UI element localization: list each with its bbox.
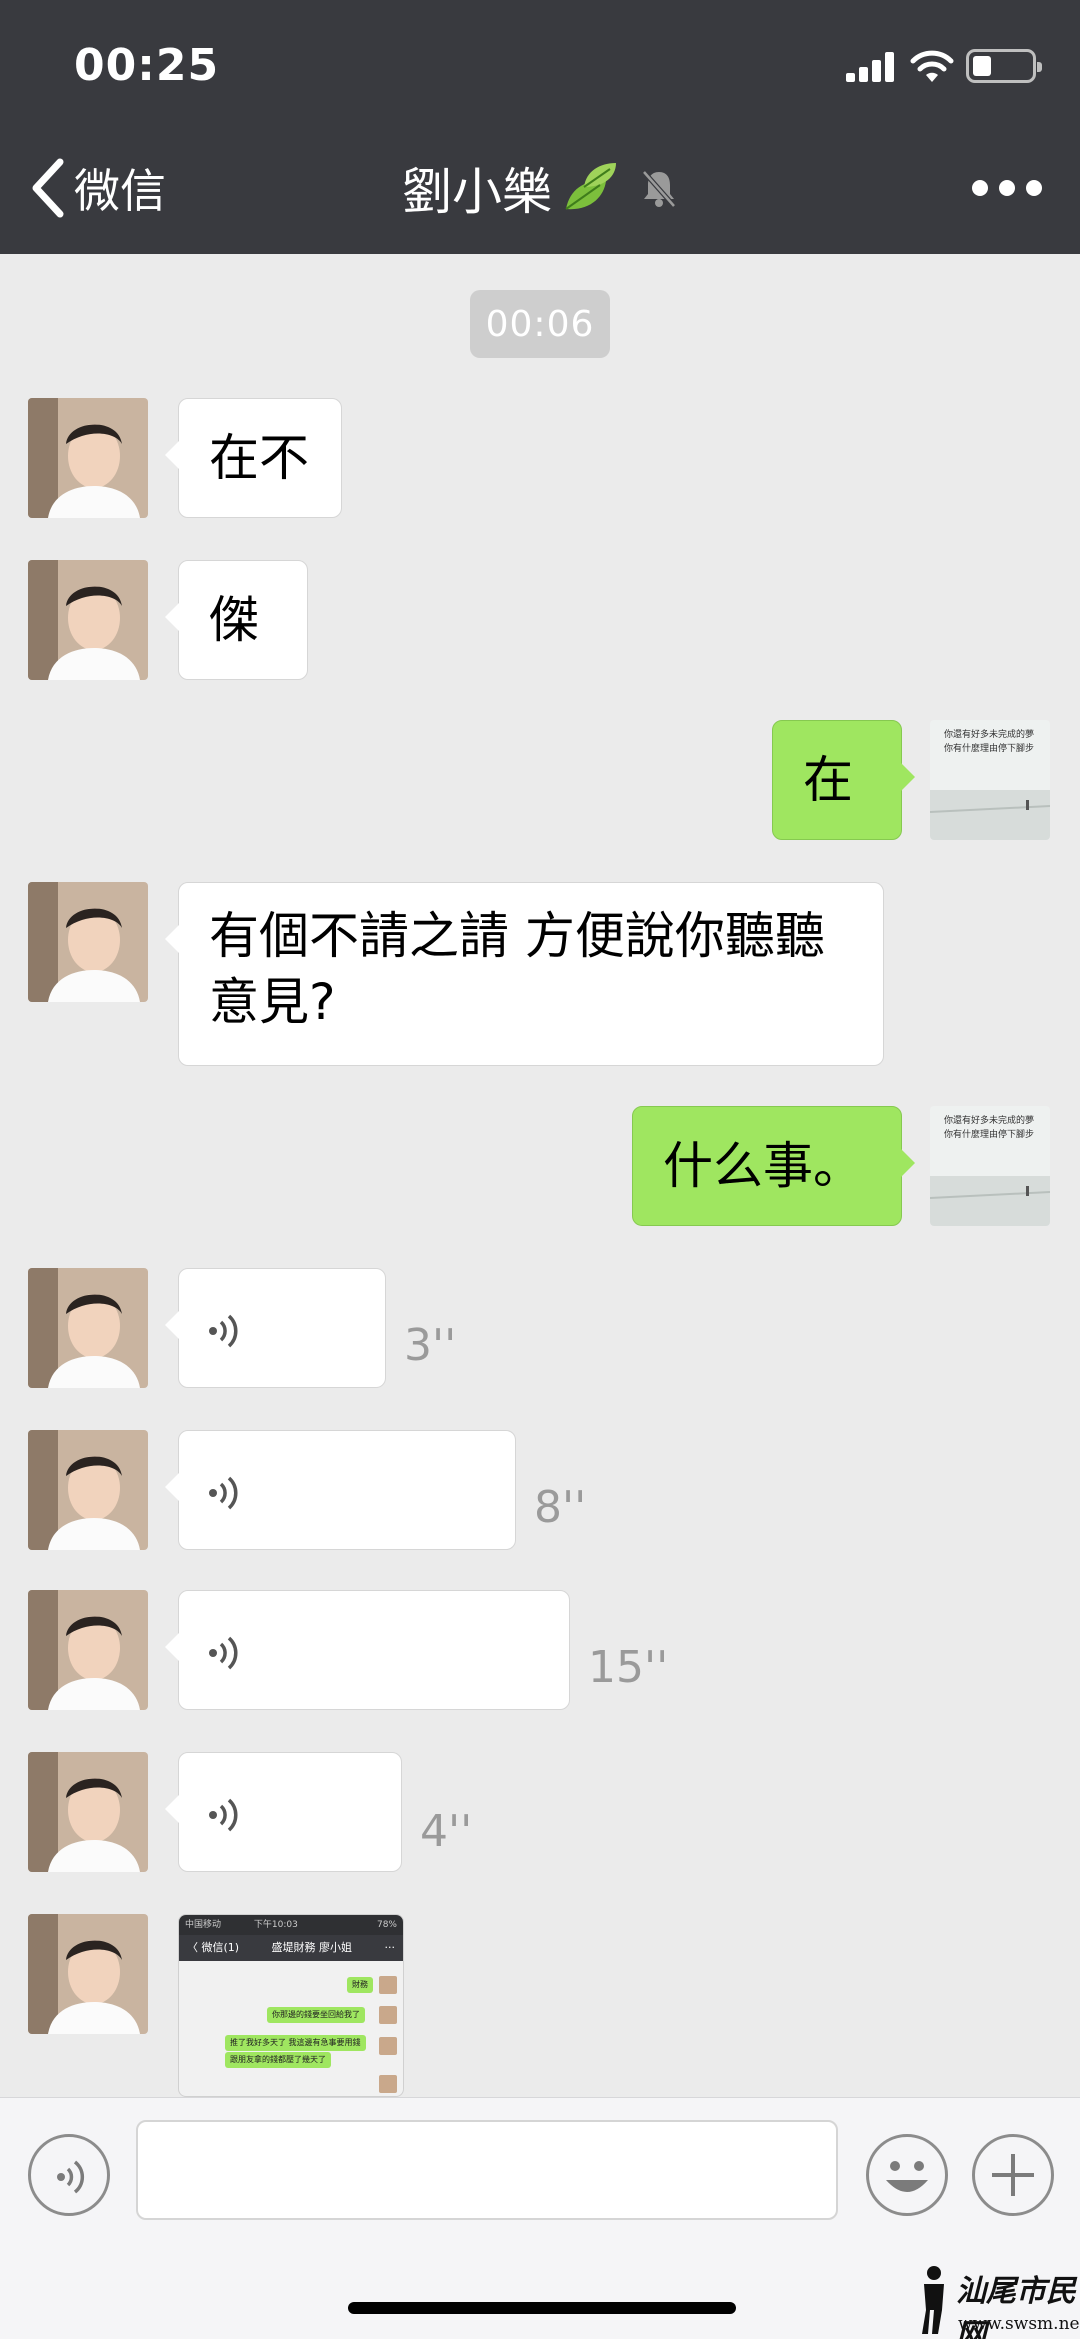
message-bubble-outgoing[interactable]: 在 xyxy=(772,720,915,840)
smiley-icon xyxy=(886,2161,928,2192)
voice-wave-icon xyxy=(209,1476,238,1510)
image-message-screenshot[interactable]: 中国移动 下午10:03 78% 〈 微信(1) 盛堤財務 廖小姐 ··· 財務… xyxy=(178,1914,404,2097)
contact-avatar[interactable] xyxy=(28,1914,148,2034)
person-silhouette-icon xyxy=(922,2266,944,2334)
emoji-button[interactable] xyxy=(866,2134,948,2216)
screenshot-battery: 78% xyxy=(376,1920,397,1930)
avatar-caption: 你還有好多未完成的夢 xyxy=(944,730,1035,740)
message-input[interactable] xyxy=(136,2120,838,2220)
wifi-icon xyxy=(910,50,954,82)
status-time: 00:25 xyxy=(74,40,220,91)
message-timestamp: 00:06 xyxy=(470,290,610,358)
more-options-button[interactable] xyxy=(972,168,1042,208)
screenshot-carrier: 中国移动 xyxy=(185,1920,222,1930)
voice-duration: 15'' xyxy=(588,1642,669,1693)
screenshot-title: 盛堤財務 廖小姐 xyxy=(271,1941,353,1954)
message-bubble-incoming[interactable]: 傑 xyxy=(165,560,308,680)
contact-avatar[interactable] xyxy=(28,398,148,518)
message-bubble-outgoing[interactable]: 什么事。 xyxy=(632,1106,915,1226)
voice-message-bubble[interactable] xyxy=(165,1430,516,1550)
avatar-caption: 你有什麼理由停下腳步 xyxy=(944,1130,1035,1140)
contact-avatar[interactable] xyxy=(28,1590,148,1710)
plus-icon xyxy=(992,2154,1034,2196)
mute-bell-icon xyxy=(642,170,676,208)
message-text: 傑 xyxy=(209,591,259,649)
voice-input-button[interactable] xyxy=(28,2134,110,2216)
message-text: 有個不請之請 方便說你聽聽 意見? xyxy=(209,903,863,1035)
contact-avatar[interactable] xyxy=(28,1268,148,1388)
contact-avatar[interactable] xyxy=(28,882,148,1002)
screenshot-avatar xyxy=(379,2006,397,2024)
chat-title: 劉小樂 xyxy=(402,163,552,221)
my-avatar[interactable]: 你還有好多未完成的夢 你有什麼理由停下腳步 xyxy=(930,1106,1050,1226)
message-bubble-incoming[interactable]: 有個不請之請 方便說你聽聽 意見? xyxy=(165,882,884,1066)
message-text: 什么事。 xyxy=(663,1137,863,1195)
screenshot-avatar xyxy=(379,2037,397,2055)
screenshot-nav-bar: 〈 微信(1) 盛堤財務 廖小姐 ··· xyxy=(179,1935,403,1961)
site-watermark: 汕尾市民网 www.swsm.net xyxy=(916,2262,1080,2339)
battery-icon xyxy=(966,49,1042,83)
voice-wave-icon xyxy=(209,1636,238,1670)
my-avatar[interactable]: 你還有好多未完成的夢 你有什麼理由停下腳步 xyxy=(930,720,1050,840)
home-indicator[interactable] xyxy=(348,2302,736,2314)
message-text: 在不 xyxy=(209,429,309,487)
voice-wave-icon xyxy=(209,1314,238,1348)
screenshot-back: 〈 微信(1) xyxy=(187,1941,240,1954)
voice-wave-icon xyxy=(209,1798,238,1832)
cellular-signal-icon xyxy=(846,52,896,82)
contact-avatar[interactable] xyxy=(28,1430,148,1550)
avatar-caption: 你還有好多未完成的夢 xyxy=(944,1116,1035,1126)
avatar-caption: 你有什麼理由停下腳步 xyxy=(944,744,1035,754)
voice-duration: 8'' xyxy=(534,1482,587,1533)
message-line: 有個不請之請 方便說你聽聽 xyxy=(209,907,825,965)
screenshot-avatar xyxy=(379,1976,397,1994)
message-line: 意見? xyxy=(209,973,336,1031)
screenshot-time: 下午10:03 xyxy=(253,1920,298,1930)
top-bar: 00:25 微信 劉小樂 xyxy=(0,0,1080,254)
screenshot-message: 推了我好多天了 我這邊有急事要用錢 xyxy=(225,2035,366,2051)
screenshot-message: 你那邊的錢要坐回給我了 xyxy=(267,2007,365,2023)
more-functions-button[interactable] xyxy=(972,2134,1054,2216)
contact-avatar[interactable] xyxy=(28,1752,148,1872)
screenshot-message: 跟朋友拿的錢都壓了幾天了 xyxy=(225,2052,331,2068)
screenshot-status-bar: 中国移动 下午10:03 78% xyxy=(179,1915,403,1935)
voice-message-bubble[interactable] xyxy=(165,1590,570,1710)
watermark-url: www.swsm.net xyxy=(958,2314,1080,2334)
screenshot-message: 財務 xyxy=(347,1977,373,1993)
voice-wave-icon xyxy=(57,2160,85,2194)
leaf-emoji-icon xyxy=(565,163,616,210)
voice-message-bubble[interactable] xyxy=(165,1268,386,1388)
voice-duration: 3'' xyxy=(404,1320,457,1371)
message-text: 在 xyxy=(803,751,853,809)
voice-message-bubble[interactable] xyxy=(165,1752,402,1872)
message-bubble-incoming[interactable]: 在不 xyxy=(165,398,342,518)
chat-title-area: 劉小樂 xyxy=(0,152,1080,224)
chat-area[interactable]: 00:06 xyxy=(0,254,1080,2097)
screenshot-avatar xyxy=(379,2075,397,2093)
contact-avatar[interactable] xyxy=(28,560,148,680)
voice-duration: 4'' xyxy=(420,1806,473,1857)
